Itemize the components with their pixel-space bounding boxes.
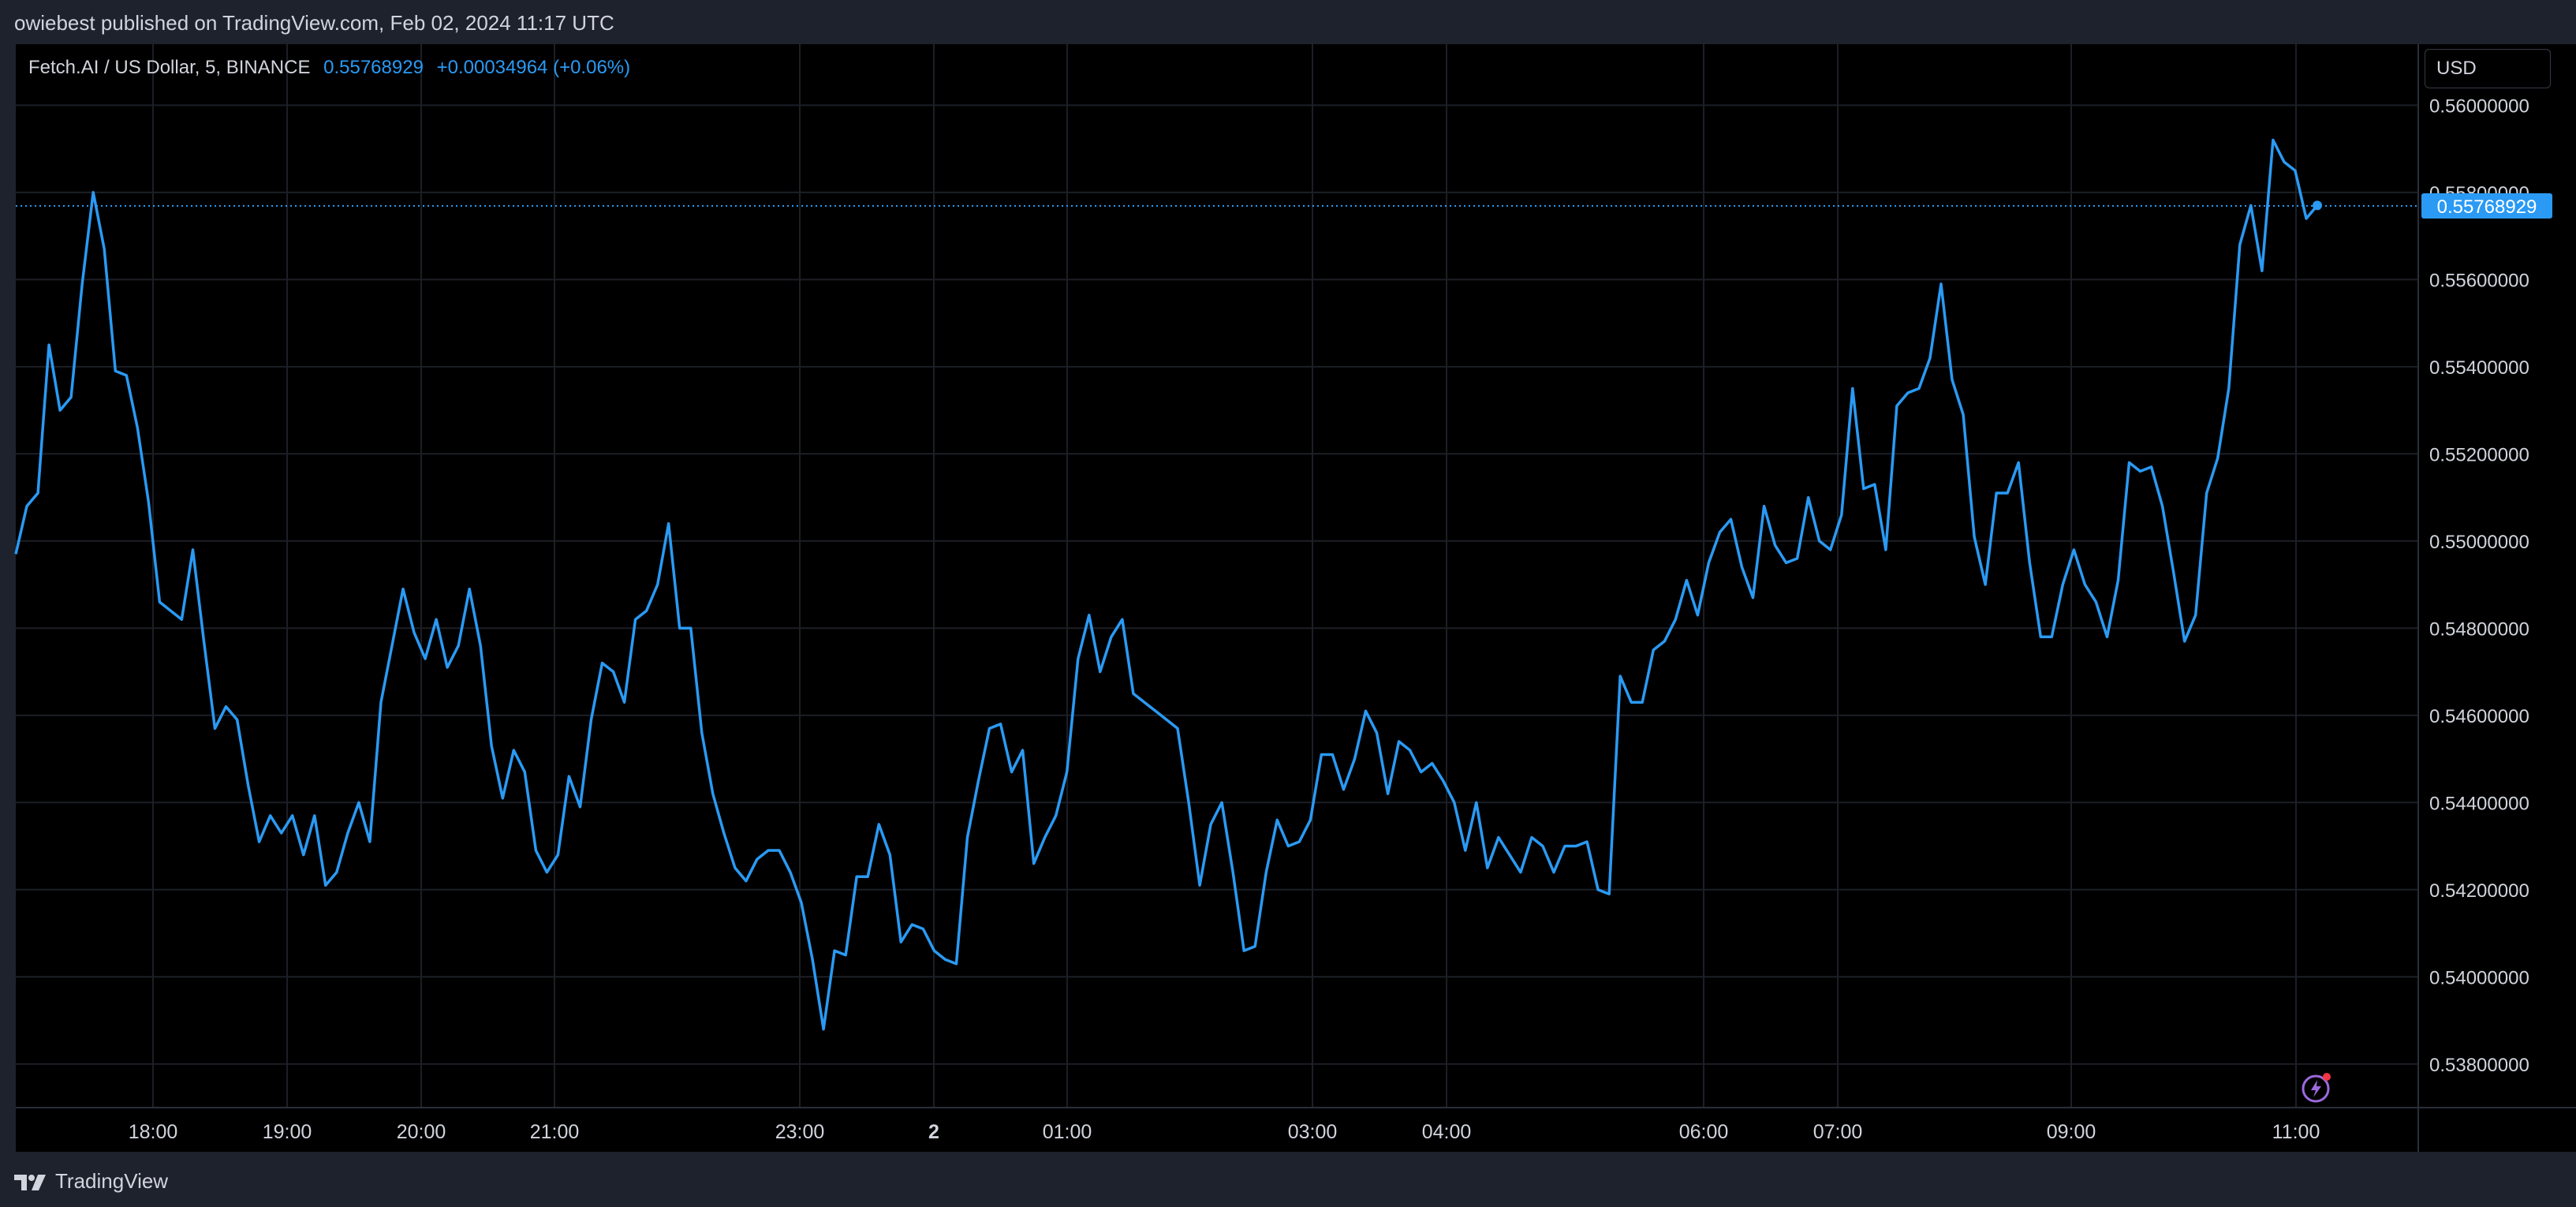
x-tick-label: 03:00 xyxy=(1288,1121,1338,1143)
y-tick-label: 0.53800000 xyxy=(2429,1055,2529,1076)
lightning-icon[interactable] xyxy=(2300,1070,2335,1104)
last-price-marker xyxy=(2313,200,2322,211)
y-tick-label: 0.55200000 xyxy=(2429,444,2529,465)
y-tick-label: 0.54800000 xyxy=(2429,618,2529,640)
y-tick-label: 0.54000000 xyxy=(2429,967,2529,988)
y-tick-label: 0.54200000 xyxy=(2429,880,2529,902)
chart-legend: Fetch.AI / US Dollar, 5, BINANCE 0.55768… xyxy=(28,57,630,79)
y-tick-label: 0.55600000 xyxy=(2429,270,2529,291)
last-price-label-text: 0.55768929 xyxy=(2437,196,2537,218)
legend-change: +0.00034964 (+0.06%) xyxy=(436,57,631,78)
x-tick-label: 21:00 xyxy=(530,1121,580,1143)
legend-symbol: Fetch.AI / US Dollar, 5, BINANCE xyxy=(28,57,311,78)
x-tick-label: 04:00 xyxy=(1422,1121,1472,1143)
y-tick-label: 0.55000000 xyxy=(2429,532,2529,553)
price-chart[interactable]: 0.53800000 0.54000000 0.54200000 0.54400000… xyxy=(0,0,2576,1152)
x-tick-label: 20:00 xyxy=(397,1121,446,1143)
x-tick-label: 09:00 xyxy=(2047,1121,2096,1143)
y-tick-label: 0.54600000 xyxy=(2429,706,2529,727)
y-tick-label: 0.54400000 xyxy=(2429,793,2529,814)
y-tick-label: 0.55400000 xyxy=(2429,357,2529,379)
x-tick-label: 06:00 xyxy=(1679,1121,1729,1143)
footer xyxy=(0,1152,2576,1207)
x-tick-label: 01:00 xyxy=(1043,1121,1092,1143)
legend-price: 0.55768929 xyxy=(323,57,424,78)
x-tick-label: 23:00 xyxy=(775,1121,825,1143)
x-tick-label: 18:00 xyxy=(129,1121,178,1143)
x-tick-label: 2 xyxy=(928,1121,939,1143)
price-series-line xyxy=(14,138,2319,1031)
y-tick-label: 0.56000000 xyxy=(2429,95,2529,117)
x-tick-label: 19:00 xyxy=(263,1121,312,1143)
tradingview-logo-icon xyxy=(14,1174,46,1190)
tradingview-brand[interactable]: TradingView xyxy=(14,1169,168,1194)
brand-name: TradingView xyxy=(55,1169,169,1193)
currency-button[interactable]: USD xyxy=(2425,49,2551,88)
x-tick-label: 11:00 xyxy=(2272,1121,2320,1143)
last-price-label: 0.55768929 xyxy=(2421,193,2552,219)
x-tick-label: 07:00 xyxy=(1813,1121,1863,1143)
